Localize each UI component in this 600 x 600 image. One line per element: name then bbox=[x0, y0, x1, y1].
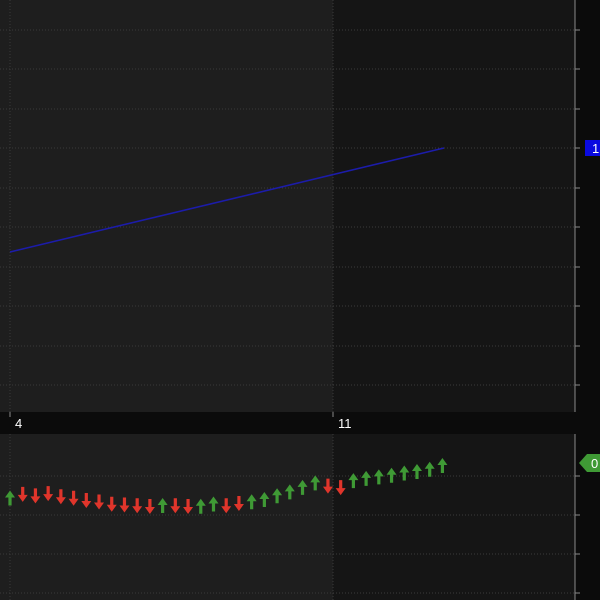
chart-window: 1 4 11 0 bbox=[0, 0, 600, 600]
time-axis-tick-label: 11 bbox=[338, 416, 352, 431]
chart-canvas[interactable]: 1 4 11 0 bbox=[0, 0, 600, 600]
price-pane-axis-ticks bbox=[575, 29, 580, 386]
time-axis[interactable]: 4 11 bbox=[0, 412, 600, 434]
time-axis-background bbox=[0, 412, 600, 434]
indicator-pane[interactable]: 0 bbox=[0, 434, 600, 600]
time-axis-tick-label: 4 bbox=[15, 416, 22, 431]
price-last-value-tag: 1 bbox=[585, 140, 600, 156]
price-last-value-tag-label: 1 bbox=[592, 141, 599, 156]
indicator-pane-background-right bbox=[333, 434, 575, 600]
price-pane[interactable]: 1 bbox=[0, 0, 600, 412]
price-pane-background-left bbox=[0, 0, 333, 412]
indicator-pane-axis-ticks bbox=[575, 475, 580, 594]
indicator-last-value-tag-label: 0 bbox=[591, 456, 598, 471]
indicator-pane-background-left bbox=[0, 434, 333, 600]
indicator-last-value-tag: 0 bbox=[579, 454, 600, 472]
price-pane-background-right bbox=[333, 0, 575, 412]
